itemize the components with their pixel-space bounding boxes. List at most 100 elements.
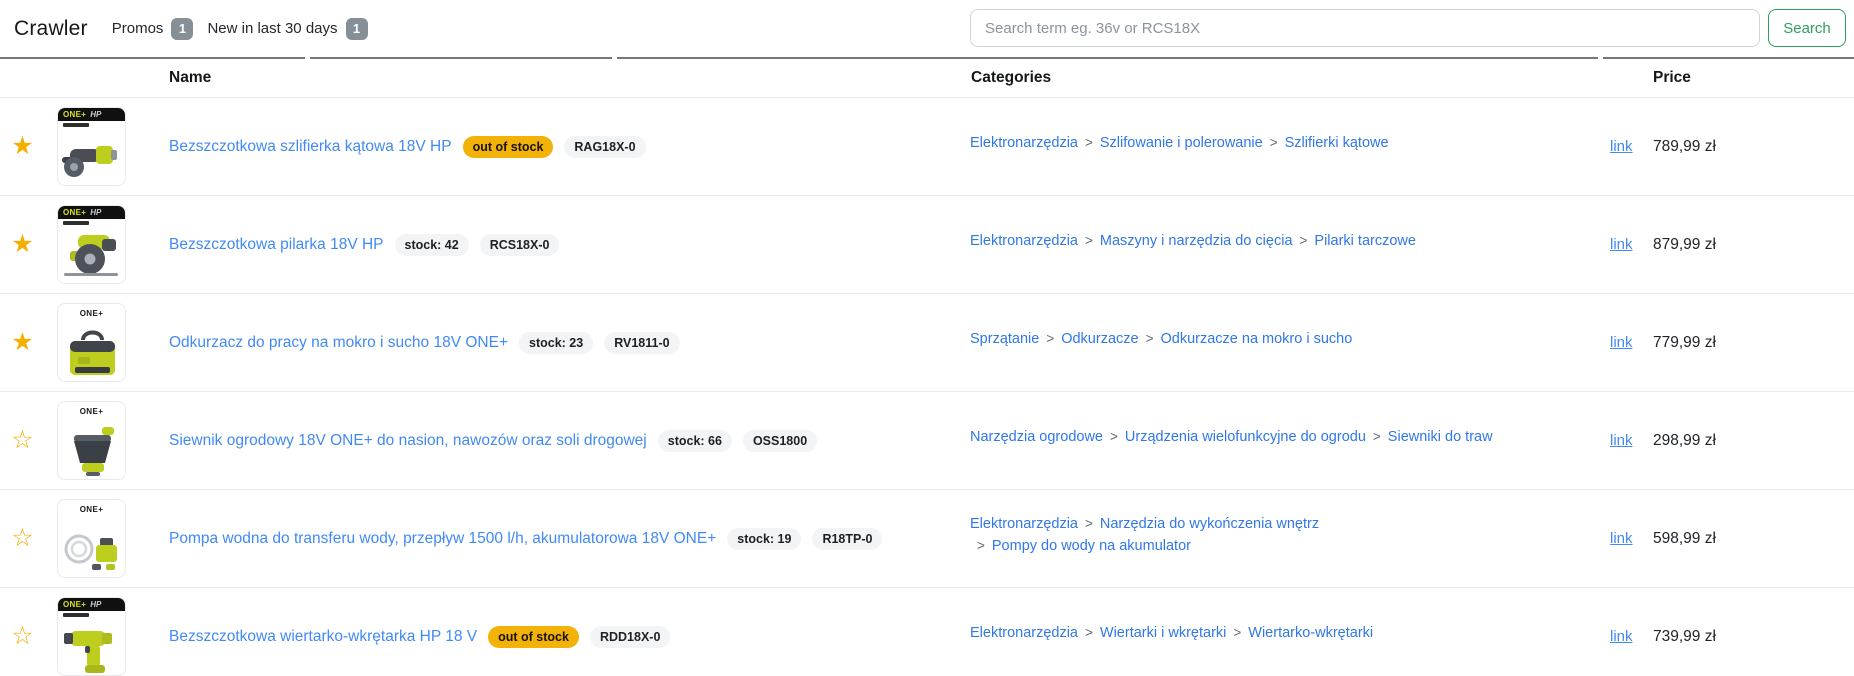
- table-row: ★ ONE+HP Bezszczotkowa pilarka 18V HP st…: [0, 196, 1854, 294]
- category-link[interactable]: Narzędzia ogrodowe: [970, 429, 1103, 445]
- product-name-link[interactable]: Bezszczotkowa pilarka 18V HP: [169, 236, 384, 254]
- category-link[interactable]: Wiertarko-wkrętarki: [1248, 625, 1373, 641]
- search-input[interactable]: [970, 9, 1760, 47]
- breadcrumb-separator: >: [1300, 233, 1308, 248]
- stock-badge: out of stock: [488, 626, 579, 648]
- image-cell: ONE+: [57, 303, 126, 382]
- search-button[interactable]: Search: [1768, 9, 1846, 47]
- image-cell: ONE+HP: [57, 107, 126, 186]
- product-categories: Elektronarzędzia > Narzędzia do wykończeni…: [970, 513, 1582, 557]
- product-link[interactable]: link: [1610, 138, 1633, 155]
- category-link[interactable]: Urządzenia wielofunkcyjne do ogrodu: [1125, 429, 1366, 445]
- product-link[interactable]: link: [1610, 334, 1633, 351]
- stock-badge: stock: 23: [519, 332, 593, 354]
- product-table-body: ★ ONE+HP Bezszczotkowa szlifierka kątowa…: [0, 98, 1854, 676]
- header-top-border: [310, 57, 612, 59]
- category-link[interactable]: Pompy do wody na akumulator: [992, 538, 1191, 554]
- favorite-cell: ☆: [0, 428, 45, 453]
- product-image: ONE+HP: [57, 205, 126, 284]
- product-link[interactable]: link: [1610, 628, 1633, 645]
- product-link[interactable]: link: [1610, 432, 1633, 449]
- product-price: 879,99 zł: [1653, 236, 1716, 254]
- favorite-cell: ★: [0, 232, 45, 257]
- breadcrumb-separator: >: [1233, 625, 1241, 640]
- stock-badge: stock: 19: [727, 528, 801, 550]
- category-link[interactable]: Wiertarki i wkrętarki: [1100, 625, 1226, 641]
- filter-new-label: New in last 30 days: [207, 20, 337, 37]
- product-link[interactable]: link: [1610, 530, 1633, 547]
- image-cell: ONE+: [57, 499, 126, 578]
- product-image: ONE+: [57, 401, 126, 480]
- product-name-link[interactable]: Bezszczotkowa szlifierka kątowa 18V HP: [169, 138, 452, 156]
- filter-new-in-30-days[interactable]: New in last 30 days 1: [207, 18, 367, 40]
- category-link[interactable]: Elektronarzędzia: [970, 135, 1078, 151]
- table-row: ★ ONE+ Odkurzacz do pracy na mokro i suc…: [0, 294, 1854, 392]
- product-price: 789,99 zł: [1653, 138, 1716, 156]
- category-link[interactable]: Szlifierki kątowe: [1285, 135, 1389, 151]
- column-header-price: Price: [1653, 69, 1691, 87]
- brand-label: ONE+: [58, 402, 125, 416]
- product-name-link[interactable]: Siewnik ogrodowy 18V ONE+ do nasion, naw…: [169, 432, 647, 450]
- breadcrumb-separator: >: [1110, 429, 1118, 444]
- product-categories: Elektronarzędzia > Szlifowanie i polerowan…: [970, 132, 1582, 154]
- brand-banner: ONE+HP: [58, 598, 125, 611]
- favorite-cell: ☆: [0, 526, 45, 551]
- breadcrumb-separator: >: [1373, 429, 1381, 444]
- favorite-star-icon[interactable]: ☆: [11, 624, 33, 649]
- product-name-link[interactable]: Bezszczotkowa wiertarko-wkrętarka HP 18 …: [169, 628, 477, 646]
- column-header-categories: Categories: [971, 69, 1051, 87]
- name-cell: Bezszczotkowa szlifierka kątowa 18V HP o…: [169, 136, 970, 158]
- product-categories: Sprzątanie>Odkurzacze>Odkurzacze na mokr…: [970, 328, 1582, 350]
- product-price: 779,99 zł: [1653, 334, 1716, 352]
- filter-bar: Promos 1 New in last 30 days 1: [112, 18, 368, 40]
- favorite-star-icon[interactable]: ☆: [11, 526, 33, 551]
- breadcrumb-separator: >: [1270, 135, 1278, 150]
- table-row: ★ ONE+HP Bezszczotkowa szlifierka kątowa…: [0, 98, 1854, 196]
- header-top-border: [1603, 57, 1854, 59]
- product-image: ONE+: [57, 499, 126, 578]
- category-link[interactable]: Maszyny i narzędzia do cięcia: [1100, 233, 1293, 249]
- category-link[interactable]: Szlifowanie i polerowanie: [1100, 135, 1263, 151]
- product-image: ONE+HP: [57, 597, 126, 676]
- brushless-strip: [63, 221, 89, 225]
- category-link[interactable]: Pilarki tarczowe: [1314, 233, 1416, 249]
- breadcrumb-separator: >: [1085, 135, 1093, 150]
- sku-badge: R18TP-0: [812, 528, 882, 550]
- table-row: ☆ ONE+HP Bezszczotkowa wiertarko-wkrętar…: [0, 588, 1854, 676]
- column-header-name: Name: [169, 69, 211, 87]
- stock-badge: stock: 66: [658, 430, 732, 452]
- name-cell: Pompa wodna do transferu wody, przepływ …: [169, 528, 970, 550]
- category-link[interactable]: Odkurzacze: [1061, 331, 1138, 347]
- favorite-cell: ★: [0, 330, 45, 355]
- filter-promos-label: Promos: [112, 20, 164, 37]
- category-link[interactable]: Elektronarzędzia: [970, 625, 1078, 641]
- product-link[interactable]: link: [1610, 236, 1633, 253]
- category-link[interactable]: Elektronarzędzia: [970, 233, 1078, 249]
- sku-badge: RCS18X-0: [480, 234, 560, 256]
- category-link[interactable]: Odkurzacze na mokro i sucho: [1160, 331, 1352, 347]
- product-image: ONE+HP: [57, 107, 126, 186]
- search-bar: Search: [970, 9, 1846, 47]
- sku-badge: RAG18X-0: [564, 136, 645, 158]
- filter-promos[interactable]: Promos 1: [112, 18, 194, 40]
- product-name-link[interactable]: Pompa wodna do transferu wody, przepływ …: [169, 530, 716, 548]
- stock-badge: stock: 42: [395, 234, 469, 256]
- link-cell: link: [1610, 432, 1653, 450]
- link-cell: link: [1610, 628, 1653, 646]
- category-link[interactable]: Narzędzia do wykończenia wnętrz: [1100, 516, 1319, 532]
- favorite-star-icon[interactable]: ★: [11, 134, 33, 159]
- category-link[interactable]: Siewniki do traw: [1388, 429, 1493, 445]
- favorite-star-icon[interactable]: ★: [11, 232, 33, 257]
- category-link[interactable]: Sprzątanie: [970, 331, 1039, 347]
- category-link[interactable]: Elektronarzędzia: [970, 516, 1078, 532]
- new-count-badge: 1: [346, 18, 368, 40]
- product-name-link[interactable]: Odkurzacz do pracy na mokro i sucho 18V …: [169, 334, 508, 352]
- crawler-app: Crawler Promos 1 New in last 30 days 1 S…: [0, 0, 1854, 676]
- product-categories: Elektronarzędzia > Maszyny i narzędzia do …: [970, 230, 1582, 252]
- breadcrumb-separator: >: [1085, 516, 1093, 531]
- favorite-star-icon[interactable]: ☆: [11, 428, 33, 453]
- brand-label: ONE+: [58, 304, 125, 318]
- sku-badge: OSS1800: [743, 430, 817, 452]
- favorite-star-icon[interactable]: ★: [11, 330, 33, 355]
- name-cell: Odkurzacz do pracy na mokro i sucho 18V …: [169, 332, 970, 354]
